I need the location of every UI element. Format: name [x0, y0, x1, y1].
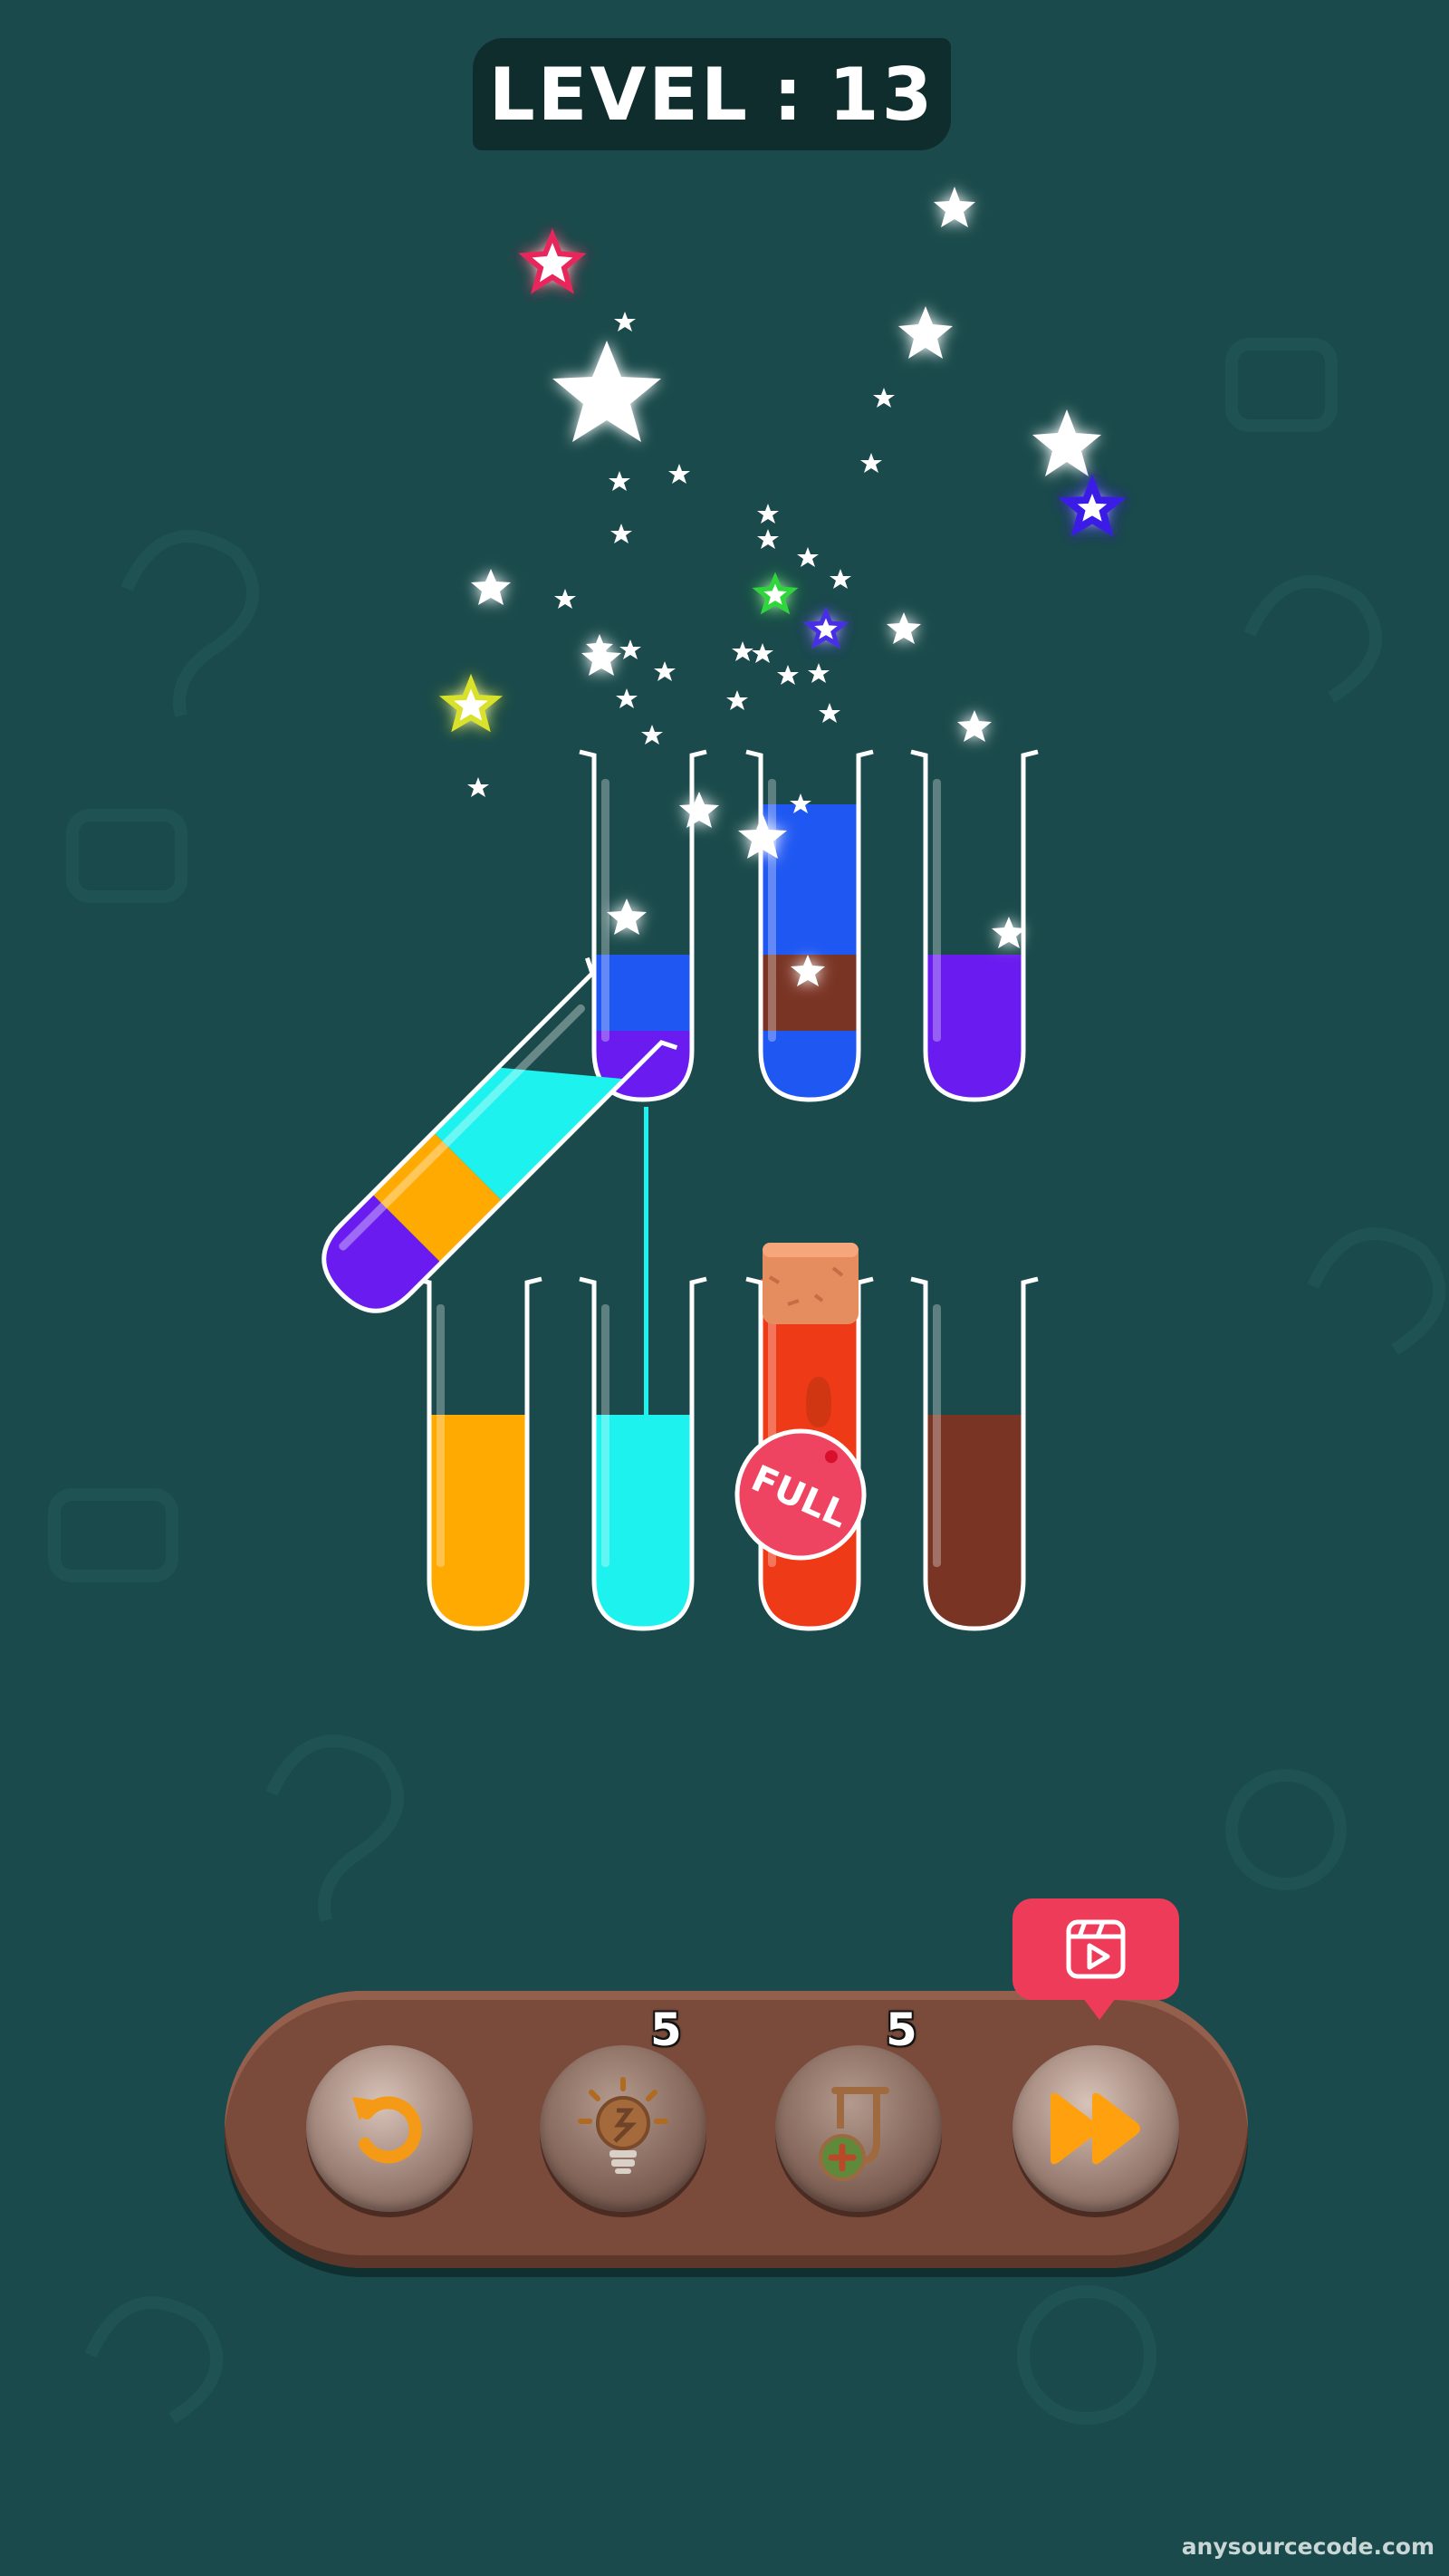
star-icon [934, 187, 975, 227]
star-icon [992, 917, 1026, 948]
tube-5[interactable] [579, 1276, 707, 1632]
skip-level-button[interactable] [1012, 2045, 1179, 2212]
star-small-icon [732, 641, 753, 661]
watch-video-badge[interactable] [1012, 1898, 1179, 2020]
star-small-icon [797, 547, 819, 567]
star-small-icon [808, 663, 830, 683]
star-icon [898, 306, 953, 359]
star-small-icon [777, 665, 799, 685]
star-small-icon [610, 524, 632, 543]
star-icon [607, 899, 647, 935]
star-small-icon [757, 529, 779, 549]
star-small-icon [616, 688, 638, 708]
star-small-icon [554, 589, 576, 609]
star-icon [471, 569, 511, 605]
star-small-icon [873, 388, 895, 408]
star-small-icon [819, 703, 840, 723]
cork-stopper [763, 1243, 859, 1324]
star-small-icon [752, 643, 773, 663]
tube-7[interactable] [910, 1276, 1039, 1632]
hint-button[interactable] [540, 2045, 706, 2212]
star-small-icon [726, 690, 748, 710]
star-icon [679, 792, 719, 828]
bubble-mark [806, 1377, 831, 1427]
undo-icon [352, 2096, 422, 2164]
tube-1[interactable] [579, 749, 707, 1103]
star-small-icon [668, 464, 690, 484]
star-blue-icon [802, 606, 849, 649]
star-small-icon [860, 453, 882, 473]
tube-4[interactable] [414, 1276, 542, 1632]
tube-3[interactable] [910, 749, 1039, 1103]
add-tube-icon [819, 2087, 889, 2181]
add-tube-button[interactable] [775, 2045, 942, 2212]
star-small-icon [614, 312, 636, 332]
star-small-icon [757, 504, 779, 524]
star-small-icon [619, 639, 641, 659]
pour-stream [644, 1107, 648, 1417]
add-tube-count: 5 [886, 2004, 917, 2056]
video-icon [1066, 1919, 1126, 1979]
star-pink-icon [518, 227, 587, 294]
star-yellow-icon [438, 673, 504, 733]
star-small-icon [654, 661, 676, 681]
tube-2[interactable] [745, 749, 874, 1103]
star-icon [1032, 409, 1101, 476]
star-icon [887, 612, 921, 644]
star-small-icon [467, 777, 489, 797]
watermark: anysourcecode.com [1181, 2533, 1435, 2560]
star-large-icon [552, 341, 661, 442]
star-green-icon [752, 572, 799, 615]
hint-count: 5 [650, 2004, 682, 2056]
star-small-icon [830, 569, 851, 589]
fast-forward-icon [1051, 2092, 1140, 2165]
star-icon [957, 710, 992, 742]
star-purple-icon [1058, 473, 1127, 537]
star-small-icon [641, 725, 663, 745]
undo-button[interactable] [306, 2045, 473, 2212]
star-small-icon [609, 471, 630, 491]
lightbulb-icon [578, 2077, 668, 2174]
